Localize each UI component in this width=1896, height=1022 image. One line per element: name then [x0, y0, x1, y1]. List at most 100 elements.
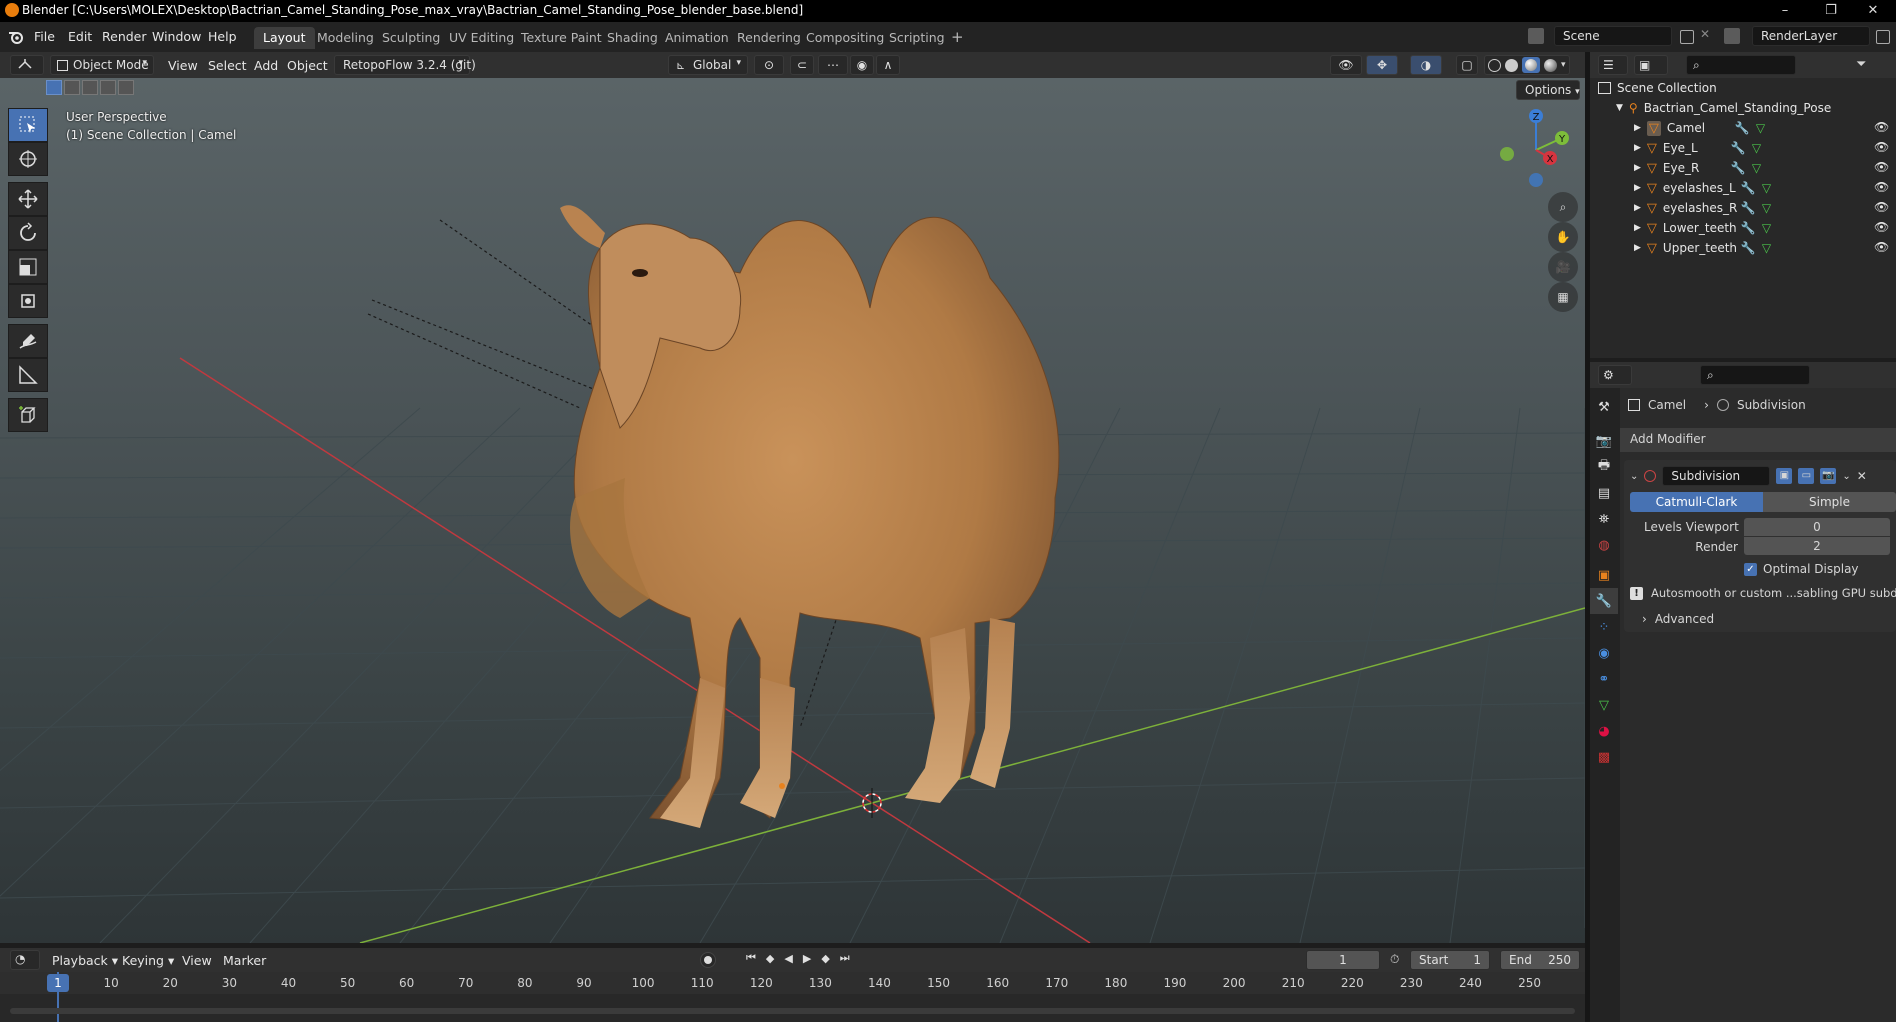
properties-editor-type-button[interactable]: ⚙ — [1598, 365, 1632, 385]
simple-option[interactable]: Simple — [1763, 492, 1896, 512]
mesh-data-icon[interactable]: ▽ — [1756, 121, 1765, 135]
expand-right-icon[interactable]: ▶ — [1634, 143, 1641, 153]
view-layer-tab-icon[interactable]: ▤ — [1590, 480, 1618, 506]
expand-right-icon[interactable]: ▶ — [1634, 243, 1641, 253]
modifier-wrench-icon[interactable]: 🔧 — [1741, 181, 1756, 195]
expand-right-icon[interactable]: ▶ — [1634, 183, 1641, 193]
outliner-row-scene-collection[interactable]: Scene Collection — [1590, 78, 1896, 98]
edit-mode-toggle-icon[interactable]: ▣ — [1776, 468, 1793, 484]
add-cube-tool[interactable] — [8, 398, 48, 432]
solid-shading-icon[interactable] — [1505, 58, 1518, 72]
optimal-display-row[interactable]: ✓ Optimal Display — [1744, 562, 1859, 576]
outliner-row-object[interactable]: ▶ ▽ eyelashes_L 🔧 ▽ 👁 — [1590, 178, 1896, 198]
menu-file[interactable]: File — [34, 29, 55, 44]
expand-right-icon[interactable]: ▶ — [1634, 223, 1641, 233]
render-tab-icon[interactable]: 📷 — [1590, 428, 1618, 454]
jump-start-icon[interactable]: ⏮ — [746, 951, 756, 965]
minimize-button[interactable]: – — [1762, 0, 1808, 22]
proportional-edit-icon[interactable]: ◉ — [850, 55, 874, 75]
display-mode-button[interactable]: ▣ — [1634, 55, 1668, 75]
menu-playback[interactable]: Playback ▾ — [52, 953, 118, 968]
catmull-clark-option[interactable]: Catmull-Clark — [1630, 492, 1763, 512]
menu-select[interactable]: Select — [208, 58, 247, 73]
modifier-wrench-icon[interactable]: 🔧 — [1741, 201, 1756, 215]
mesh-data-icon[interactable]: ▽ — [1762, 181, 1771, 195]
outliner-row-collection[interactable]: ▼ ⚲ Bactrian_Camel_Standing_Pose — [1590, 98, 1896, 118]
levels-viewport-field[interactable]: 0 — [1744, 518, 1890, 536]
close-window-button[interactable]: ✕ — [1850, 0, 1896, 22]
render-toggle-icon[interactable]: 📷 — [1820, 468, 1837, 484]
visibility-eye-icon[interactable]: 👁 — [1874, 160, 1889, 174]
new-scene-icon[interactable] — [1680, 30, 1694, 44]
snap-target-icon[interactable]: ⋯ — [818, 55, 848, 75]
falloff-icon[interactable]: ∧ — [876, 55, 900, 75]
delete-scene-icon[interactable]: ✕ — [1700, 27, 1710, 41]
outliner-row-object[interactable]: ▶ ▽ Eye_R 🔧 ▽ 👁 — [1590, 158, 1896, 178]
mode-dropdown[interactable]: Object Mode ▾ — [50, 55, 154, 75]
select-extend-icon[interactable] — [64, 80, 80, 95]
tab-compositing[interactable]: Compositing — [797, 27, 893, 49]
3d-viewport[interactable]: User Perspective (1) Scene Collection | … — [0, 78, 1585, 943]
xray-toggle-icon[interactable]: ▢ — [1456, 55, 1478, 75]
move-tool[interactable] — [8, 182, 48, 216]
filter-icon[interactable]: ⏷ — [1856, 57, 1866, 72]
restore-button[interactable]: ❐ — [1808, 0, 1854, 22]
viewport-toggle-icon[interactable]: ▭ — [1798, 468, 1815, 484]
transform-orientation-dropdown[interactable]: ⊾ Global ▾ — [668, 55, 748, 75]
select-subtract-icon[interactable] — [82, 80, 98, 95]
playhead-frame[interactable]: 1 — [47, 974, 69, 992]
camera-view-icon[interactable]: 🎥 — [1548, 252, 1578, 282]
mesh-data-icon[interactable]: ▽ — [1762, 201, 1771, 215]
mesh-data-icon[interactable]: ▽ — [1762, 241, 1771, 255]
cursor-tool[interactable] — [8, 142, 48, 176]
material-tab-icon[interactable]: ◕ — [1590, 718, 1618, 744]
retopoflow-dropdown[interactable]: RetopoFlow 3.2.4 (git) ▾ — [334, 55, 476, 75]
modifier-tab-icon[interactable]: 🔧 — [1590, 588, 1618, 614]
visibility-eye-icon[interactable]: 👁 — [1874, 200, 1889, 214]
visibility-eye-icon[interactable]: 👁 — [1874, 220, 1889, 234]
select-intersect-icon[interactable] — [118, 80, 134, 95]
gizmo-toggle-icon[interactable]: ✥ — [1366, 55, 1398, 75]
tab-modeling[interactable]: Modeling — [308, 27, 383, 49]
menu-help[interactable]: Help — [208, 29, 237, 44]
snap-toggle-icon[interactable]: ⊂ — [790, 55, 814, 75]
play-icon[interactable]: ▶ — [803, 952, 811, 965]
menu-window[interactable]: Window — [152, 29, 201, 44]
optimal-display-checkbox[interactable]: ✓ — [1744, 562, 1757, 576]
pivot-point-button[interactable]: ⊙ — [754, 55, 784, 75]
outliner-editor-type-button[interactable]: ☰ — [1598, 55, 1628, 75]
tab-animation[interactable]: Animation — [656, 27, 738, 49]
outliner-row-object[interactable]: ▶ ▽ Upper_teeth 🔧 ▽ 👁 — [1590, 238, 1896, 258]
visibility-eye-icon[interactable]: 👁 — [1874, 120, 1889, 134]
material-shading-icon[interactable] — [1522, 57, 1540, 73]
outliner-row-object[interactable]: ▶ ▽ eyelashes_R 🔧 ▽ 👁 — [1590, 198, 1896, 218]
scale-tool[interactable] — [8, 250, 48, 284]
mesh-data-icon[interactable]: ▽ — [1752, 141, 1761, 155]
visibility-icon[interactable]: 👁 — [1330, 55, 1362, 75]
visibility-eye-icon[interactable]: 👁 — [1874, 240, 1889, 254]
world-tab-icon[interactable]: ◍ — [1590, 532, 1618, 558]
texture-tab-icon[interactable]: ▩ — [1590, 744, 1618, 770]
expand-down-icon[interactable]: ▼ — [1616, 103, 1623, 113]
render-layer-icon[interactable] — [1724, 28, 1740, 44]
neg-z-axis-icon[interactable] — [1529, 173, 1543, 187]
tab-texture-paint[interactable]: Texture Paint — [512, 27, 611, 49]
menu-edit[interactable]: Edit — [68, 29, 92, 44]
tool-tab-icon[interactable]: ⚒ — [1590, 394, 1618, 420]
menu-render[interactable]: Render — [102, 29, 147, 44]
editor-type-button[interactable] — [10, 55, 44, 75]
menu-add[interactable]: Add — [254, 58, 278, 73]
neg-y-axis-icon[interactable] — [1500, 147, 1514, 161]
visibility-eye-icon[interactable]: 👁 — [1874, 180, 1889, 194]
add-modifier-button[interactable]: Add Modifier — [1620, 428, 1896, 452]
physics-tab-icon[interactable]: ◉ — [1590, 640, 1618, 666]
scene-field[interactable]: Scene — [1554, 26, 1672, 46]
jump-end-icon[interactable]: ⏭ — [840, 951, 850, 965]
select-new-icon[interactable] — [46, 80, 62, 95]
add-workspace-button[interactable]: + — [942, 27, 973, 49]
menu-marker[interactable]: Marker — [223, 953, 266, 968]
scene-icon[interactable] — [1528, 28, 1544, 44]
tab-uv-editing[interactable]: UV Editing — [440, 27, 523, 49]
render-layer-field[interactable]: RenderLayer — [1752, 26, 1870, 46]
prev-keyframe-icon[interactable]: ◆ — [766, 952, 774, 965]
